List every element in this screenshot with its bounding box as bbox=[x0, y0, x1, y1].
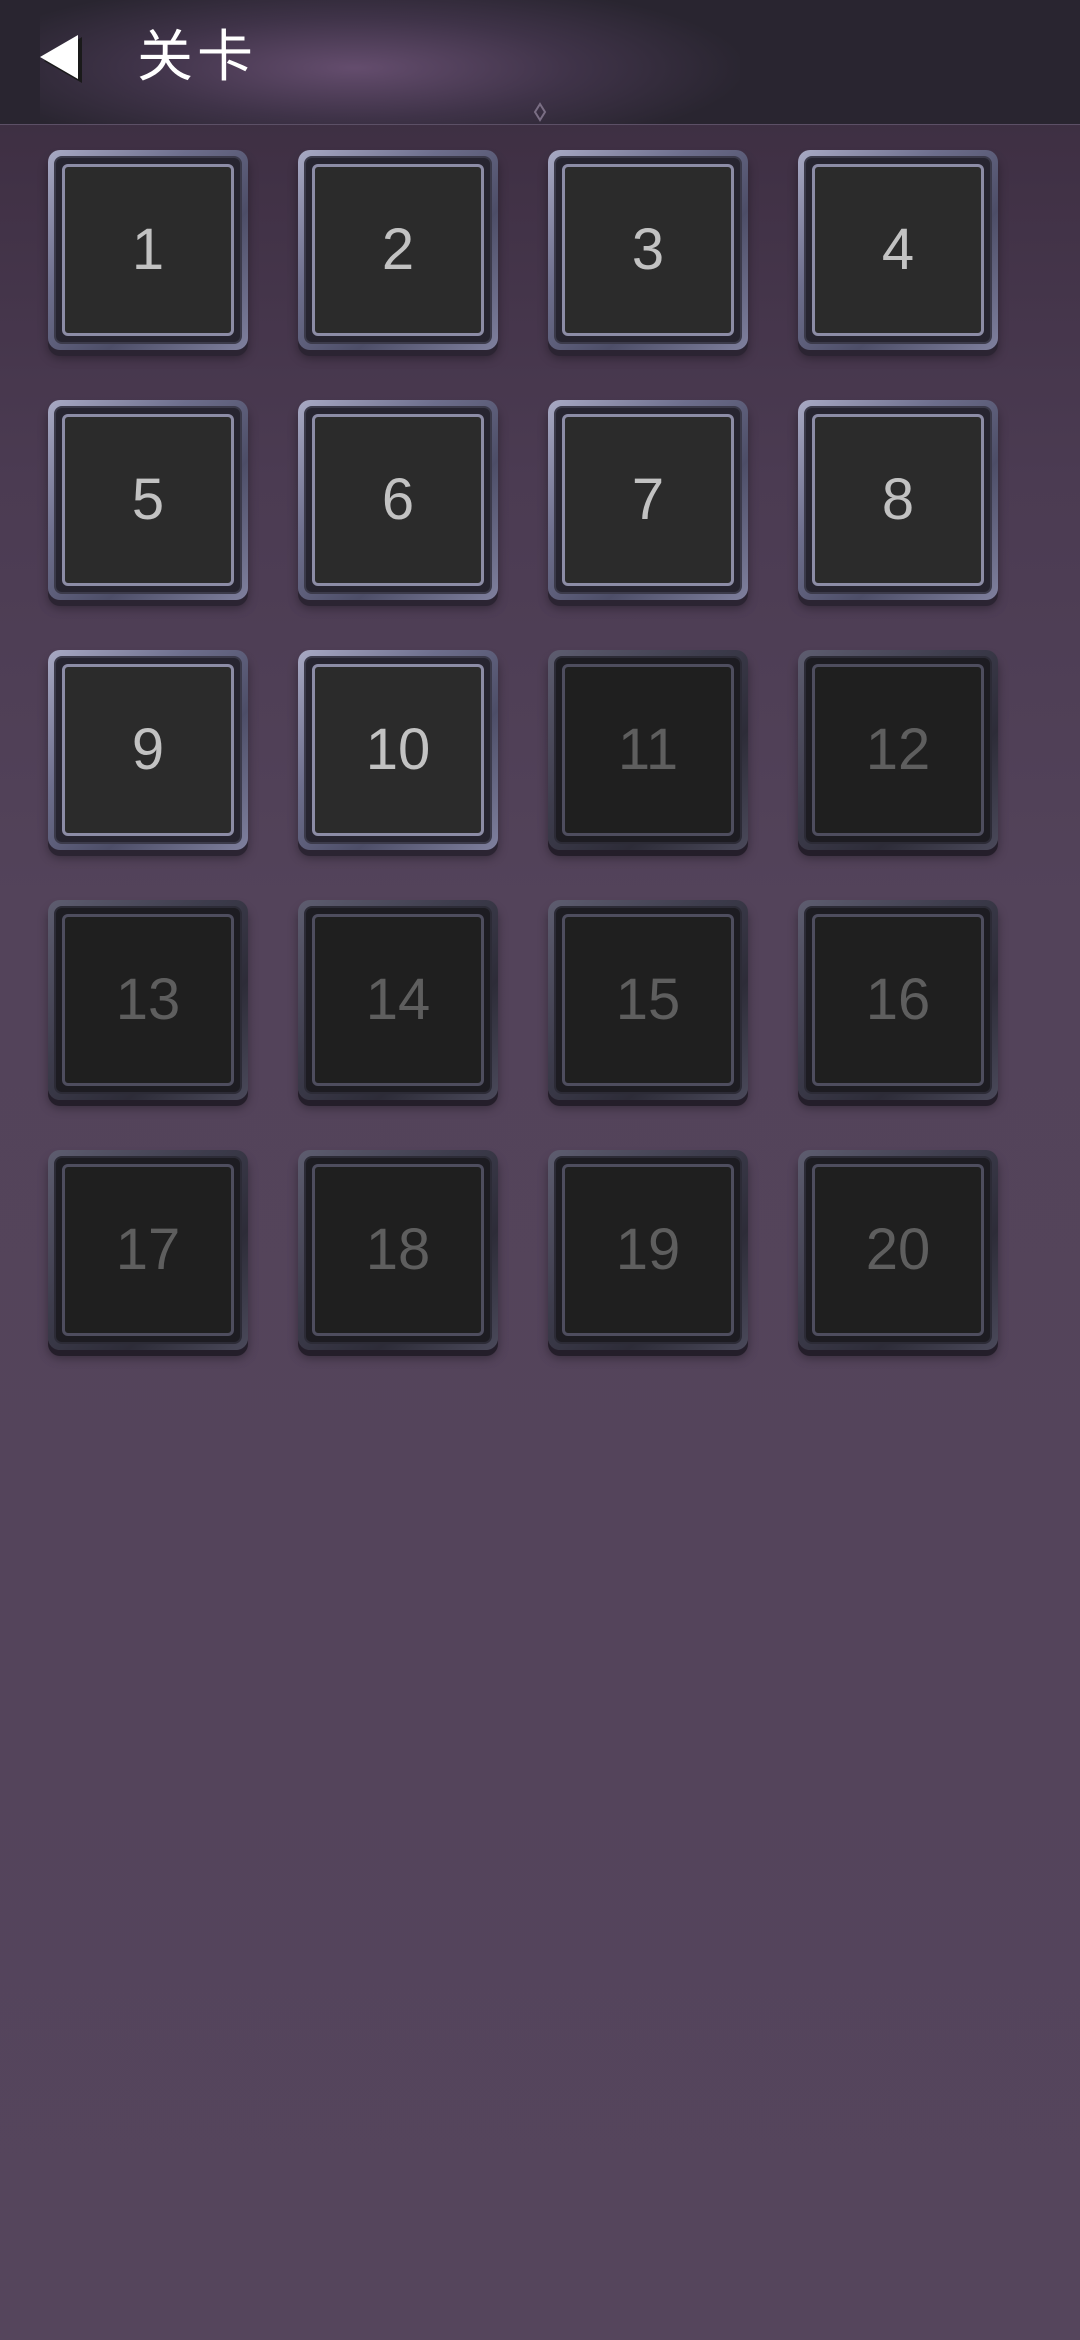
level-tile-face: 4 bbox=[812, 164, 984, 336]
level-tile-face: 12 bbox=[812, 664, 984, 836]
level-button-2[interactable]: 2 bbox=[298, 150, 498, 350]
level-number: 1 bbox=[131, 217, 165, 282]
level-tile-frame: 7 bbox=[554, 406, 742, 594]
level-number: 20 bbox=[865, 1217, 931, 1282]
level-tile-frame: 6 bbox=[304, 406, 492, 594]
level-button-20[interactable]: 20 bbox=[798, 1150, 998, 1350]
level-button-4[interactable]: 4 bbox=[798, 150, 998, 350]
level-number: 17 bbox=[115, 1217, 181, 1282]
level-button-11[interactable]: 11 bbox=[548, 650, 748, 850]
level-button-14[interactable]: 14 bbox=[298, 900, 498, 1100]
level-tile-face: 14 bbox=[312, 914, 484, 1086]
level-button-9[interactable]: 9 bbox=[48, 650, 248, 850]
level-button-19[interactable]: 19 bbox=[548, 1150, 748, 1350]
level-tile-frame: 2 bbox=[304, 156, 492, 344]
top-bar: 关卡 bbox=[0, 0, 1080, 125]
level-tile-face: 15 bbox=[562, 914, 734, 1086]
level-number: 2 bbox=[381, 217, 415, 282]
level-number: 3 bbox=[631, 217, 665, 282]
level-tile-frame: 15 bbox=[554, 906, 742, 1094]
level-button-5[interactable]: 5 bbox=[48, 400, 248, 600]
level-tile-frame: 18 bbox=[304, 1156, 492, 1344]
level-number: 16 bbox=[865, 967, 931, 1032]
level-tile-frame: 5 bbox=[54, 406, 242, 594]
back-arrow-icon bbox=[40, 35, 82, 83]
level-number: 5 bbox=[131, 467, 165, 532]
level-tile-face: 11 bbox=[562, 664, 734, 836]
level-tile-face: 3 bbox=[562, 164, 734, 336]
level-tile-frame: 19 bbox=[554, 1156, 742, 1344]
level-button-10[interactable]: 10 bbox=[298, 650, 498, 850]
level-number: 4 bbox=[881, 217, 915, 282]
level-tile-frame: 4 bbox=[804, 156, 992, 344]
level-tile-frame: 9 bbox=[54, 656, 242, 844]
level-tile-face: 17 bbox=[62, 1164, 234, 1336]
level-number: 6 bbox=[381, 467, 415, 532]
level-tile-frame: 17 bbox=[54, 1156, 242, 1344]
level-tile-frame: 16 bbox=[804, 906, 992, 1094]
level-number: 18 bbox=[365, 1217, 431, 1282]
level-button-3[interactable]: 3 bbox=[548, 150, 748, 350]
level-number: 9 bbox=[131, 717, 165, 782]
level-tile-frame: 10 bbox=[304, 656, 492, 844]
level-number: 13 bbox=[115, 967, 181, 1032]
level-tile-face: 10 bbox=[312, 664, 484, 836]
level-number: 8 bbox=[881, 467, 915, 532]
level-tile-face: 6 bbox=[312, 414, 484, 586]
level-button-7[interactable]: 7 bbox=[548, 400, 748, 600]
level-tile-face: 2 bbox=[312, 164, 484, 336]
level-button-18[interactable]: 18 bbox=[298, 1150, 498, 1350]
back-button[interactable] bbox=[30, 28, 90, 88]
level-tile-frame: 20 bbox=[804, 1156, 992, 1344]
level-button-13[interactable]: 13 bbox=[48, 900, 248, 1100]
level-number: 19 bbox=[615, 1217, 681, 1282]
level-tile-face: 18 bbox=[312, 1164, 484, 1336]
level-tile-face: 16 bbox=[812, 914, 984, 1086]
level-button-16[interactable]: 16 bbox=[798, 900, 998, 1100]
level-tile-frame: 11 bbox=[554, 656, 742, 844]
level-tile-frame: 14 bbox=[304, 906, 492, 1094]
level-number: 12 bbox=[865, 717, 931, 782]
level-tile-face: 20 bbox=[812, 1164, 984, 1336]
level-tile-face: 1 bbox=[62, 164, 234, 336]
level-tile-frame: 12 bbox=[804, 656, 992, 844]
level-button-6[interactable]: 6 bbox=[298, 400, 498, 600]
level-tile-face: 9 bbox=[62, 664, 234, 836]
level-button-17[interactable]: 17 bbox=[48, 1150, 248, 1350]
level-number: 7 bbox=[631, 467, 665, 532]
level-button-15[interactable]: 15 bbox=[548, 900, 748, 1100]
level-button-8[interactable]: 8 bbox=[798, 400, 998, 600]
header-ornament-icon bbox=[533, 102, 547, 122]
level-number: 14 bbox=[365, 967, 431, 1032]
level-button-12[interactable]: 12 bbox=[798, 650, 998, 850]
level-tile-frame: 13 bbox=[54, 906, 242, 1094]
level-tile-face: 13 bbox=[62, 914, 234, 1086]
level-tile-face: 5 bbox=[62, 414, 234, 586]
level-button-1[interactable]: 1 bbox=[48, 150, 248, 350]
level-tile-face: 8 bbox=[812, 414, 984, 586]
level-number: 11 bbox=[617, 717, 679, 782]
level-tile-face: 19 bbox=[562, 1164, 734, 1336]
level-number: 10 bbox=[365, 717, 431, 782]
level-number: 15 bbox=[615, 967, 681, 1032]
level-tile-frame: 3 bbox=[554, 156, 742, 344]
level-tile-frame: 1 bbox=[54, 156, 242, 344]
level-tile-frame: 8 bbox=[804, 406, 992, 594]
level-tile-face: 7 bbox=[562, 414, 734, 586]
page-title: 关卡 bbox=[137, 25, 257, 88]
